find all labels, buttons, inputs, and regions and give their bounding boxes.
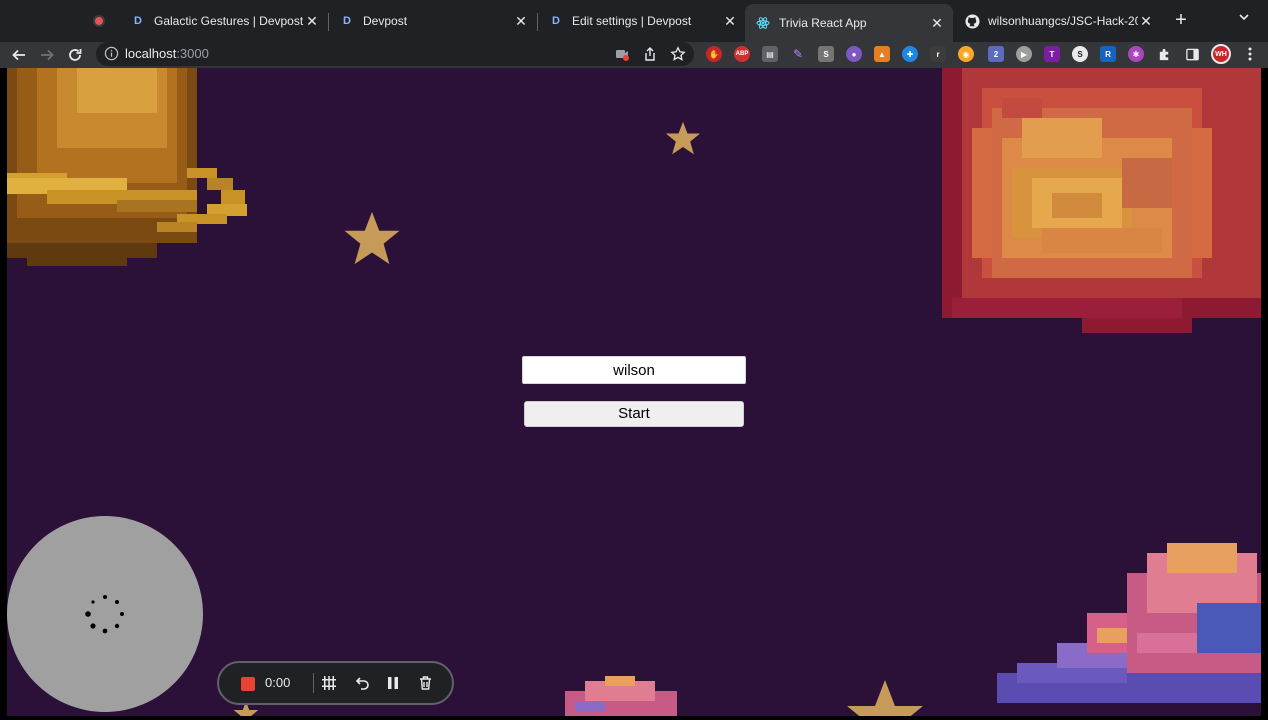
reload-button[interactable] <box>63 43 87 67</box>
loading-spinner-icon <box>85 595 124 634</box>
pause-recording-button[interactable] <box>383 673 403 693</box>
tab-trivia-react-app[interactable]: Trivia React App ✕ <box>745 4 953 42</box>
extensions-puzzle-icon[interactable] <box>1156 46 1172 62</box>
profile-initials: WH <box>1215 50 1227 58</box>
extension-window-icon[interactable]: ▤ <box>762 46 778 62</box>
back-arrow-icon <box>12 49 25 61</box>
draw-tool-icon[interactable] <box>319 673 339 693</box>
url-port: :3000 <box>176 46 209 61</box>
extension-s-dollar-icon[interactable]: S <box>1072 46 1088 62</box>
browser-menu-icon[interactable] <box>1242 46 1258 62</box>
extension-badge-count: 2 <box>993 49 999 59</box>
cloud-illustration <box>565 676 677 716</box>
url-host: localhost <box>125 46 177 61</box>
star-decoration-icon <box>665 121 701 155</box>
site-info-icon[interactable] <box>104 46 119 66</box>
extension-r-icon[interactable]: r <box>930 46 946 62</box>
forward-arrow-icon <box>41 49 54 61</box>
galaxy-illustration <box>942 68 1261 333</box>
extension-sparkle-icon[interactable]: ✱ <box>1128 46 1144 62</box>
delete-recording-icon[interactable] <box>415 673 435 693</box>
tab-title: wilsonhuangcs/JSC-Hack-202 <box>988 14 1138 28</box>
stop-recording-button[interactable] <box>241 677 255 691</box>
back-button[interactable] <box>7 43 31 67</box>
star-decoration-icon <box>847 680 923 716</box>
side-panel-icon[interactable] <box>1184 46 1200 62</box>
extension-badge-icon[interactable]: 2 <box>988 46 1004 62</box>
close-icon[interactable]: ✕ <box>513 13 529 30</box>
planet-illustration <box>7 68 247 266</box>
cloud-illustration <box>997 543 1261 703</box>
tab-title: Trivia React App <box>779 16 867 30</box>
url-text: localhost:3000 <box>125 46 209 61</box>
close-icon[interactable]: ✕ <box>929 15 945 32</box>
extension-feather-icon[interactable]: ✎ <box>790 46 806 62</box>
browser-toolbar: localhost:3000 ✋ ABP ▤ ✎ S ● ▲ ✚ r ◉ 2 ▶… <box>0 42 1268 68</box>
extension-play-icon[interactable]: ▶ <box>1016 46 1032 62</box>
react-icon <box>755 15 771 31</box>
extension-r-blue-icon[interactable]: R <box>1100 46 1116 62</box>
share-icon[interactable] <box>642 46 658 62</box>
tab-title: Edit settings | Devpost <box>572 14 692 28</box>
address-bar[interactable]: localhost:3000 <box>96 42 694 66</box>
recording-indicator-icon <box>93 15 105 27</box>
window-bottom-edge <box>0 716 1268 720</box>
recorder-divider <box>313 673 314 693</box>
extension-globe-icon[interactable]: ◉ <box>958 46 974 62</box>
extension-purple-icon[interactable]: ● <box>846 46 862 62</box>
start-button[interactable]: Start <box>524 401 744 427</box>
close-icon[interactable]: ✕ <box>1138 13 1154 30</box>
github-icon <box>964 13 980 29</box>
tab-galactic-gestures[interactable]: D Galactic Gestures | Devpost ✕ <box>120 6 328 36</box>
devpost-icon: D <box>552 15 560 27</box>
extension-tt-icon[interactable]: T <box>1044 46 1060 62</box>
metamask-icon[interactable]: ▲ <box>874 46 890 62</box>
webcam-preview[interactable] <box>7 516 203 712</box>
tab-edit-settings[interactable]: D Edit settings | Devpost ✕ <box>538 6 746 36</box>
undo-icon[interactable] <box>352 673 372 693</box>
tab-devpost[interactable]: D Devpost ✕ <box>329 6 537 36</box>
bookmark-star-icon[interactable] <box>670 46 686 62</box>
extension-stop-icon[interactable]: ✋ <box>706 46 722 62</box>
tab-title: Galactic Gestures | Devpost <box>154 14 304 28</box>
profile-avatar[interactable]: WH <box>1211 44 1231 64</box>
close-icon[interactable]: ✕ <box>722 13 738 30</box>
adblock-plus-icon[interactable]: ABP <box>734 46 750 62</box>
close-icon[interactable]: ✕ <box>304 13 320 30</box>
name-input[interactable] <box>522 356 746 384</box>
tab-github-repo[interactable]: wilsonhuangcs/JSC-Hack-202 ✕ <box>954 6 1162 36</box>
star-decoration-icon <box>344 211 400 265</box>
new-tab-button[interactable]: + <box>1170 9 1192 31</box>
reload-icon <box>69 49 82 61</box>
camera-blocked-icon[interactable] <box>614 46 630 62</box>
screen-recorder-controls: 0:00 <box>217 661 454 705</box>
devpost-icon: D <box>343 15 351 27</box>
recording-timer: 0:00 <box>265 675 291 690</box>
extension-s-icon[interactable]: S <box>818 46 834 62</box>
forward-button[interactable] <box>35 43 59 67</box>
tab-search-icon[interactable] <box>1238 11 1250 26</box>
tab-strip: D Galactic Gestures | Devpost ✕ D Devpos… <box>0 0 1268 42</box>
tab-title: Devpost <box>363 14 408 28</box>
extension-blue-icon[interactable]: ✚ <box>902 46 918 62</box>
devpost-icon: D <box>134 15 142 27</box>
